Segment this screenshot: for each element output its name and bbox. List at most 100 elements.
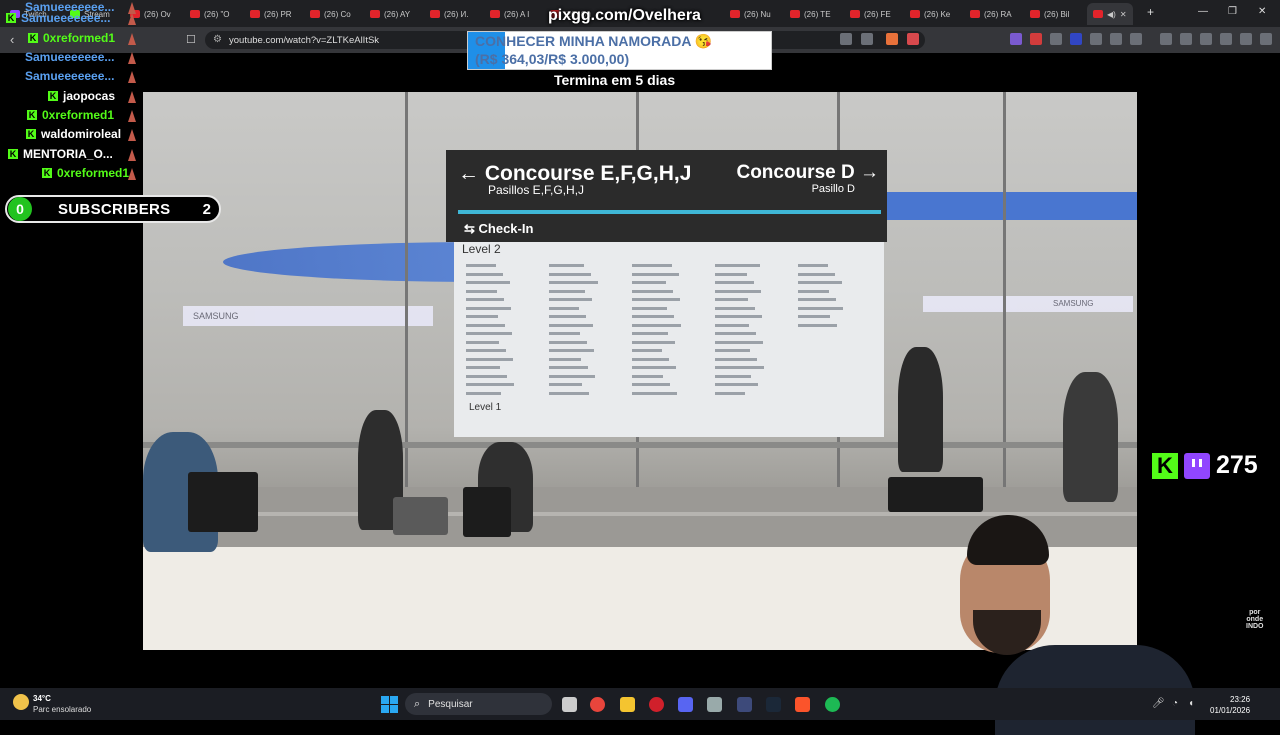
level1-label: Level 1 xyxy=(469,402,502,413)
checkin-text: Check-In xyxy=(478,221,534,236)
microphone-icon[interactable]: 🎤︎ xyxy=(1152,698,1165,709)
menu-icon[interactable] xyxy=(1260,33,1272,45)
browser-tab[interactable]: (26) Co xyxy=(310,3,351,25)
vpn-icon[interactable] xyxy=(1240,33,1252,45)
taskbar-clock[interactable]: 23:26 01/01/2026 xyxy=(1210,694,1250,716)
browser-tab-label: (26) A I xyxy=(504,9,530,19)
board-entry xyxy=(715,272,747,276)
kick-badge-icon: K xyxy=(28,33,38,43)
new-tab-button[interactable]: + xyxy=(1147,5,1154,19)
volume-icon[interactable]: ◖ xyxy=(1188,698,1194,709)
board-entry xyxy=(632,349,662,352)
screenshot-icon[interactable] xyxy=(840,33,852,45)
browser-tab[interactable]: (26) A I xyxy=(490,3,529,25)
weather-description[interactable]: Parc ensolarado xyxy=(33,705,91,714)
extension-icon[interactable] xyxy=(1050,33,1062,45)
task-view-icon[interactable] xyxy=(562,697,577,712)
site-info-icon[interactable]: ⚙ xyxy=(213,34,222,45)
sign-right-subheading: Pasillo D xyxy=(811,183,855,195)
browser-tab-label: (26) Ke xyxy=(924,9,951,19)
yt-favicon-icon xyxy=(850,10,860,18)
browser-tab[interactable]: (26) Ke xyxy=(910,3,950,25)
taskbar-search[interactable]: ⌕ Pesquisar xyxy=(405,693,552,715)
board-entry xyxy=(798,264,828,267)
brave-rewards-icon[interactable] xyxy=(907,33,919,45)
share-icon[interactable] xyxy=(861,33,873,45)
board-entry xyxy=(715,298,748,301)
wallet-icon[interactable] xyxy=(1200,33,1212,45)
extension-icon[interactable] xyxy=(1030,33,1042,45)
discord-icon[interactable] xyxy=(678,697,693,712)
board-entry xyxy=(632,340,675,344)
sidebar-icon[interactable] xyxy=(1180,33,1192,45)
yt-favicon-icon xyxy=(490,10,500,18)
minimize-button[interactable]: — xyxy=(1198,6,1208,17)
wifi-icon[interactable]: ◔ xyxy=(1172,698,1178,709)
browser-tab[interactable]: (26) Bil xyxy=(1030,3,1069,25)
chrome-icon[interactable] xyxy=(590,697,605,712)
search-placeholder: Pesquisar xyxy=(428,698,473,710)
bookmark-icon[interactable]: ☐ xyxy=(186,33,196,46)
yt-favicon-icon xyxy=(910,10,920,18)
active-browser-tab[interactable]: ◀) ✕ xyxy=(1087,3,1133,25)
file-explorer-icon[interactable] xyxy=(620,697,635,712)
clock-time: 23:26 xyxy=(1230,695,1251,704)
board-entry xyxy=(715,289,761,293)
chat-badge-icon xyxy=(128,149,136,161)
board-entry xyxy=(466,306,511,310)
leo-ai-icon[interactable] xyxy=(1220,33,1232,45)
windows-start-icon[interactable] xyxy=(381,696,398,713)
browser-tab[interactable]: (26) FE xyxy=(850,3,891,25)
browser-tab[interactable]: (26) PR xyxy=(250,3,292,25)
media-icon[interactable] xyxy=(1160,33,1172,45)
chat-badge-icon xyxy=(128,71,136,83)
subscribers-count: 2 xyxy=(202,200,211,218)
extension-icon[interactable] xyxy=(1010,33,1022,45)
kick-badge-icon: K xyxy=(27,110,37,120)
extension-icon[interactable] xyxy=(1070,33,1082,45)
viewer-count: 275 xyxy=(1216,451,1258,479)
yt-favicon-icon xyxy=(370,10,380,18)
brave-icon[interactable] xyxy=(795,697,810,712)
kick-badge-icon: K xyxy=(48,91,58,101)
browser-tab[interactable]: (26) TE xyxy=(790,3,831,25)
weather-temperature[interactable]: 34°C xyxy=(33,694,51,703)
board-entry xyxy=(632,298,680,301)
chat-badge-icon xyxy=(128,52,136,64)
search-icon: ⌕ xyxy=(414,697,421,710)
board-entry xyxy=(798,289,829,293)
app-icon[interactable] xyxy=(707,697,722,712)
chat-message: Kwaldomiroleal xyxy=(26,127,121,141)
opera-icon[interactable] xyxy=(649,697,664,712)
app-icon[interactable] xyxy=(737,697,752,712)
extensions-puzzle-icon[interactable] xyxy=(1110,33,1122,45)
browser-tab[interactable]: (26) И. xyxy=(430,3,468,25)
board-entry xyxy=(549,306,579,310)
weather-sun-icon[interactable] xyxy=(13,694,29,710)
maximize-button[interactable]: ❐ xyxy=(1228,6,1237,17)
chat-username: 0xreformed1 xyxy=(42,108,115,122)
brave-shields-icon[interactable] xyxy=(886,33,898,45)
board-entry xyxy=(549,366,588,369)
board-entry xyxy=(632,357,669,361)
extension-icon[interactable] xyxy=(1130,33,1142,45)
steam-icon[interactable] xyxy=(766,697,781,712)
browser-tab-label: (26) Nu xyxy=(744,9,771,19)
kick-badge-icon: K xyxy=(6,13,16,23)
browser-tab[interactable]: (26) AY xyxy=(370,3,410,25)
samsung-banner: SAMSUNG xyxy=(923,296,1133,312)
goal-deadline: Termina em 5 dias xyxy=(554,72,676,88)
browser-tab[interactable]: (26) Nu xyxy=(730,3,771,25)
spotify-icon[interactable] xyxy=(825,697,840,712)
browser-tab[interactable]: (26) "O xyxy=(190,3,230,25)
extension-icon[interactable] xyxy=(1090,33,1102,45)
board-entry xyxy=(715,391,745,395)
level2-label: Level 2 xyxy=(462,242,501,256)
board-entry xyxy=(715,281,754,284)
board-entry xyxy=(798,272,835,276)
browser-tab[interactable]: (26) RA xyxy=(970,3,1012,25)
close-window-button[interactable]: ✕ xyxy=(1258,6,1266,17)
watermark-line: INDO xyxy=(1246,623,1264,630)
close-tab-icon[interactable]: ✕ xyxy=(1120,10,1127,19)
board-entry xyxy=(466,391,501,395)
